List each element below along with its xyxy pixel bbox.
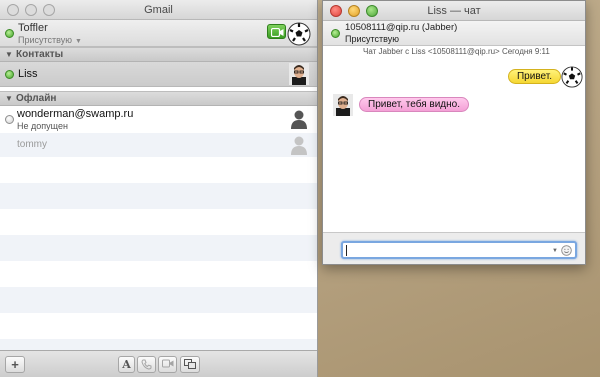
account-bar: Toffler Присутствую ▼: [0, 20, 317, 47]
account-status-dropdown[interactable]: Присутствую ▼: [18, 35, 82, 45]
chat-session-info: Чат Jabber с Liss <10508111@qip.ru> Сего…: [363, 47, 550, 56]
empty-list-row: [0, 235, 317, 261]
account-status-icon: [5, 29, 14, 38]
video-call-button[interactable]: [267, 24, 286, 39]
group-header-offline[interactable]: ▼ Офлайн: [0, 91, 317, 106]
screen-share-icon: [184, 359, 196, 369]
contact-photo-avatar: [333, 94, 353, 116]
video-camera-icon: [271, 28, 284, 37]
message-compose-area: ▼: [323, 232, 585, 264]
buddy-name: Liss: [18, 68, 38, 80]
buddy-row-tommy[interactable]: tommy: [0, 133, 317, 157]
chevron-down-icon: ▼: [74, 38, 82, 45]
soccer-ball-avatar: [561, 66, 583, 88]
person-silhouette-icon: [291, 110, 307, 129]
buddy-name: tommy: [17, 139, 47, 150]
input-tools: ▼: [552, 245, 572, 256]
person-silhouette-icon: [291, 136, 307, 155]
add-contact-button[interactable]: +: [5, 356, 25, 373]
account-status-label: Присутствую: [18, 35, 72, 45]
chat-header: 10508111@qip.ru (Jabber) Присутствую: [323, 21, 585, 46]
text-cursor: [346, 245, 347, 256]
disclosure-triangle-icon[interactable]: ▼: [5, 94, 13, 103]
window-title: Liss — чат: [427, 5, 481, 17]
account-name[interactable]: Toffler: [18, 22, 48, 34]
chevron-down-icon[interactable]: ▼: [552, 248, 558, 254]
buddy-photo-avatar: [289, 63, 309, 85]
chat-contact-status: Присутствую: [345, 34, 399, 44]
group-name: Офлайн: [16, 93, 57, 104]
buddy-list-toolbar: + A: [0, 350, 317, 377]
online-status-icon: [5, 70, 14, 79]
phone-icon: [141, 359, 152, 370]
buddy-list-window: Gmail Toffler Присутствую ▼ ▼ Контакты Li…: [0, 0, 318, 377]
empty-list-row: [0, 287, 317, 313]
buddy-row-liss[interactable]: Liss: [0, 62, 317, 87]
buddy-name: wonderman@swamp.ru: [17, 108, 134, 120]
incoming-message: Привет, тебя видно.: [359, 97, 470, 112]
disclosure-triangle-icon[interactable]: ▼: [5, 50, 13, 59]
chat-window: Liss — чат 10508111@qip.ru (Jabber) Прис…: [322, 0, 586, 265]
group-name: Контакты: [16, 49, 64, 60]
smiley-icon[interactable]: [561, 245, 572, 256]
screen-share-button[interactable]: [180, 356, 200, 373]
group-header-contacts[interactable]: ▼ Контакты: [0, 47, 317, 62]
video-chat-button[interactable]: [158, 356, 177, 373]
chat-titlebar[interactable]: Liss — чат: [323, 1, 585, 21]
empty-list-row: [0, 339, 317, 350]
buddy-row-wonderman[interactable]: wonderman@swamp.ru Не допущен: [0, 106, 317, 133]
buddy-list-titlebar[interactable]: Gmail: [0, 0, 317, 20]
outgoing-message: Привет.: [507, 69, 561, 84]
window-title: Gmail: [144, 4, 173, 16]
message-input[interactable]: ▼: [341, 241, 577, 259]
camera-icon: [161, 359, 173, 368]
soccer-ball-avatar[interactable]: [287, 22, 311, 46]
empty-list-row: [0, 183, 317, 209]
text-chat-button[interactable]: A: [118, 356, 135, 373]
buddy-note: Не допущен: [17, 121, 68, 131]
contact-status-icon: [331, 29, 340, 38]
chat-transcript[interactable]: Чат Jabber с Liss <10508111@qip.ru> Сего…: [323, 47, 585, 232]
offline-status-icon: [5, 115, 14, 124]
audio-call-button[interactable]: [137, 356, 156, 373]
chat-contact-name[interactable]: 10508111@qip.ru (Jabber): [345, 22, 457, 33]
